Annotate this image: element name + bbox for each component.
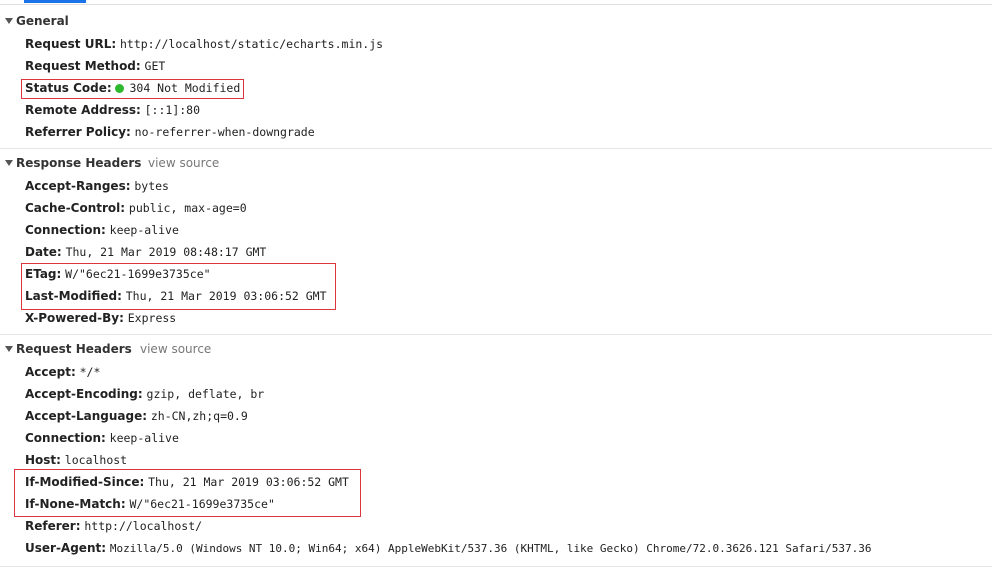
response-headers-view-source-link[interactable]: view source	[148, 156, 219, 170]
row-key: Remote Address:	[25, 103, 141, 117]
general-row-request-url: Request URL: http://localhost/static/ech…	[25, 34, 383, 54]
row-key: Accept-Encoding:	[25, 387, 143, 401]
response-row-x-powered-by: X-Powered-By: Express	[25, 308, 176, 328]
request-row-host: Host: localhost	[25, 450, 127, 470]
request-row-user-agent: User-Agent: Mozilla/5.0 (Windows NT 10.0…	[25, 538, 871, 558]
collapse-triangle-icon[interactable]	[5, 18, 13, 24]
row-value: GET	[144, 59, 166, 73]
row-key: Connection:	[25, 223, 106, 237]
row-key: Request URL:	[25, 37, 117, 51]
row-key: Host:	[25, 453, 61, 467]
request-headers-section-header[interactable]: Request Headers view source	[0, 339, 992, 361]
row-value: */*	[79, 365, 101, 379]
collapse-triangle-icon[interactable]	[5, 346, 13, 352]
general-section-header[interactable]: General	[0, 11, 992, 33]
row-key: User-Agent:	[25, 541, 107, 555]
row-value: keep-alive	[109, 223, 179, 237]
request-headers-section-title[interactable]: Request Headers	[16, 342, 132, 356]
response-headers-section-title[interactable]: Response Headers	[16, 156, 141, 170]
conditional-request-highlight-box	[14, 469, 361, 517]
row-value: Mozilla/5.0 (Windows NT 10.0; Win64; x64…	[109, 542, 872, 555]
active-tab-indicator	[24, 0, 86, 3]
row-key: X-Powered-By:	[25, 311, 124, 325]
row-value: [::1]:80	[144, 103, 201, 117]
status-code-highlight-box	[21, 79, 244, 99]
row-value: localhost	[64, 453, 128, 467]
general-row-remote-address: Remote Address: [::1]:80	[25, 100, 200, 120]
response-headers-section-header[interactable]: Response Headers view source	[0, 153, 992, 175]
row-value: Thu, 21 Mar 2019 08:48:17 GMT	[65, 245, 267, 259]
response-row-accept-ranges: Accept-Ranges: bytes	[25, 176, 169, 196]
section-divider	[0, 334, 992, 335]
row-value: zh-CN,zh;q=0.9	[150, 409, 248, 423]
row-value: http://localhost/	[84, 519, 203, 533]
general-row-referrer-policy: Referrer Policy: no-referrer-when-downgr…	[25, 122, 315, 142]
row-value: Express	[127, 311, 177, 325]
request-row-accept-language: Accept-Language: zh-CN,zh;q=0.9	[25, 406, 248, 426]
row-key: Referer:	[25, 519, 81, 533]
row-key: Request Method:	[25, 59, 141, 73]
collapse-triangle-icon[interactable]	[5, 160, 13, 166]
request-row-accept: Accept: */*	[25, 362, 100, 382]
response-row-connection: Connection: keep-alive	[25, 220, 179, 240]
request-row-referer: Referer: http://localhost/	[25, 516, 202, 536]
row-value: bytes	[134, 179, 169, 193]
row-value: no-referrer-when-downgrade	[134, 125, 315, 139]
response-row-cache-control: Cache-Control: public, max-age=0	[25, 198, 247, 218]
response-row-date: Date: Thu, 21 Mar 2019 08:48:17 GMT	[25, 242, 266, 262]
request-headers-view-source-link[interactable]: view source	[140, 342, 211, 356]
general-section-title[interactable]: General	[16, 14, 69, 28]
section-divider	[0, 148, 992, 149]
request-row-accept-encoding: Accept-Encoding: gzip, deflate, br	[25, 384, 264, 404]
general-row-request-method: Request Method: GET	[25, 56, 165, 76]
row-key: Date:	[25, 245, 62, 259]
top-divider	[0, 4, 992, 5]
row-key: Cache-Control:	[25, 201, 126, 215]
row-value: gzip, deflate, br	[146, 387, 265, 401]
row-key: Accept-Ranges:	[25, 179, 131, 193]
row-key: Connection:	[25, 431, 106, 445]
row-key: Referrer Policy:	[25, 125, 131, 139]
row-value: public, max-age=0	[128, 201, 247, 215]
row-value: keep-alive	[109, 431, 179, 445]
etag-highlight-box	[21, 263, 336, 310]
request-row-connection: Connection: keep-alive	[25, 428, 179, 448]
bottom-divider	[0, 566, 992, 567]
row-key: Accept-Language:	[25, 409, 148, 423]
row-key: Accept:	[25, 365, 76, 379]
row-value: http://localhost/static/echarts.min.js	[119, 37, 384, 51]
